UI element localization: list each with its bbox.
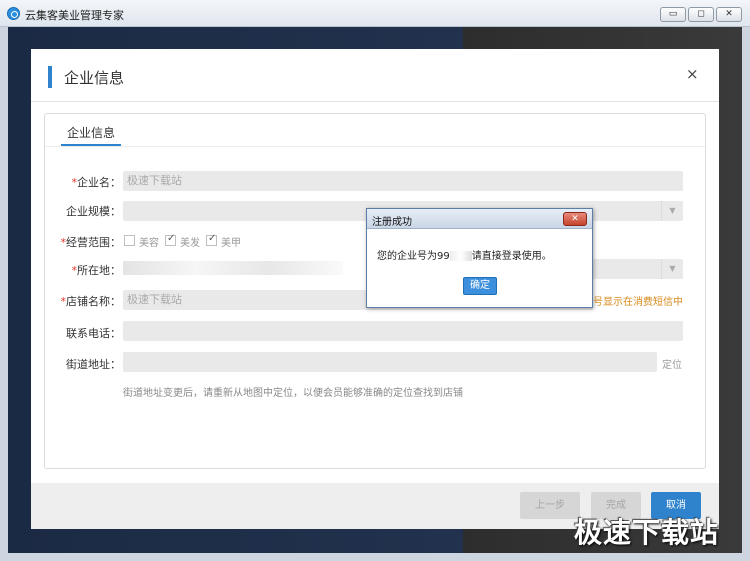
minimize-icon: ▭ (668, 9, 678, 19)
scope-label: *经营范围： (60, 236, 122, 249)
minimize-button[interactable]: ▭ (660, 7, 686, 22)
window-titlebar: 云集客美业管理专家 ▭ ◻ ✕ (0, 0, 750, 27)
header-divider (31, 101, 719, 102)
scope-option-beauty: 美容 (139, 238, 159, 249)
site-watermark: 极速下载站 (574, 516, 720, 549)
window-title: 云集客美业管理专家 (25, 9, 124, 22)
popup-close-button[interactable]: ✕ (563, 212, 587, 226)
location-label: *所在地： (71, 264, 122, 277)
store-name-hint: 号显示在消费短信中 (593, 297, 683, 308)
popup-titlebar: 注册成功 ✕ (367, 209, 592, 229)
popup-message: 您的企业号为99 请直接登录使用。 (377, 251, 552, 262)
locate-link[interactable]: 定位 (662, 356, 682, 371)
street-label: 街道地址： (66, 358, 121, 371)
title-accent-bar (48, 66, 52, 88)
location-dropdown-icon[interactable]: ▼ (661, 259, 683, 279)
popup-title: 注册成功 (372, 217, 412, 228)
maximize-icon: ◻ (697, 9, 705, 19)
street-input[interactable] (123, 352, 657, 372)
obscured-number (449, 251, 472, 261)
phone-label: 联系电话： (66, 327, 121, 340)
scope-option-nail: 美甲 (221, 238, 241, 249)
close-icon: ✕ (725, 9, 733, 19)
phone-input[interactable] (123, 321, 683, 341)
close-window-button[interactable]: ✕ (716, 7, 742, 22)
scope-checkbox-beauty[interactable] (124, 235, 135, 246)
store-name-label: *店铺名称： (60, 295, 122, 308)
scale-dropdown-icon[interactable]: ▼ (661, 201, 683, 221)
scope-checkbox-nail[interactable] (206, 233, 217, 246)
company-name-input[interactable]: 极速下载站 (123, 171, 683, 191)
app-logo-icon (7, 7, 20, 20)
location-obscured (123, 261, 343, 275)
company-name-label: *企业名： (71, 176, 122, 189)
maximize-button[interactable]: ◻ (688, 7, 714, 22)
scale-label: 企业规模： (66, 205, 121, 218)
tab-company-info[interactable]: 企业信息 (61, 124, 121, 146)
dialog-close-button[interactable]: × (686, 65, 699, 83)
dialog-title: 企业信息 (64, 69, 125, 87)
prev-step-button[interactable]: 上一步 (520, 492, 580, 519)
registration-success-popup: 注册成功 ✕ 您的企业号为99 请直接登录使用。 确定 (366, 208, 593, 308)
popup-ok-button[interactable]: 确定 (463, 277, 497, 295)
scope-checkbox-hair[interactable] (165, 233, 176, 246)
street-help-text: 街道地址变更后，请重新从地图中定位，以便会员能够准确的定位查找到店铺 (123, 388, 463, 399)
scope-option-hair: 美发 (180, 238, 200, 249)
tab-divider (45, 146, 705, 147)
